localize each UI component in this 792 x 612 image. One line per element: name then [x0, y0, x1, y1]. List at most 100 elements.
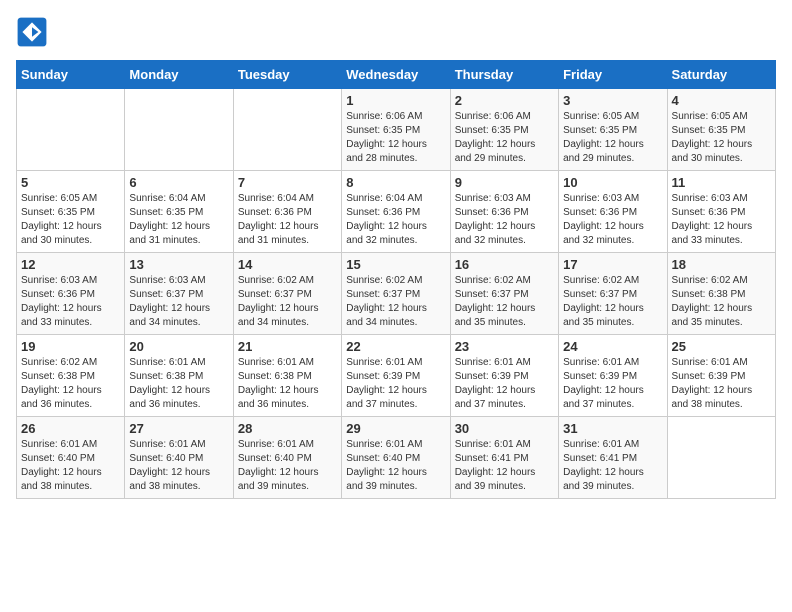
day-info: Sunrise: 6:01 AM Sunset: 6:40 PM Dayligh…	[346, 438, 445, 494]
header-sunday: Sunday	[17, 61, 125, 89]
calendar-table: SundayMondayTuesdayWednesdayThursdayFrid…	[16, 60, 776, 499]
day-number: 25	[672, 339, 771, 354]
day-info: Sunrise: 6:03 AM Sunset: 6:36 PM Dayligh…	[672, 192, 771, 248]
calendar-cell: 29 Sunrise: 6:01 AM Sunset: 6:40 PM Dayli…	[342, 417, 450, 499]
logo	[16, 16, 52, 48]
day-number: 14	[238, 257, 337, 272]
logo-icon	[16, 16, 48, 48]
day-number: 26	[21, 421, 120, 436]
calendar-cell: 4 Sunrise: 6:05 AM Sunset: 6:35 PM Daylig…	[667, 89, 775, 171]
header-wednesday: Wednesday	[342, 61, 450, 89]
day-number: 17	[563, 257, 662, 272]
day-info: Sunrise: 6:02 AM Sunset: 6:37 PM Dayligh…	[238, 274, 337, 330]
day-info: Sunrise: 6:01 AM Sunset: 6:40 PM Dayligh…	[21, 438, 120, 494]
day-number: 10	[563, 175, 662, 190]
calendar-cell: 15 Sunrise: 6:02 AM Sunset: 6:37 PM Dayli…	[342, 253, 450, 335]
day-info: Sunrise: 6:06 AM Sunset: 6:35 PM Dayligh…	[346, 110, 445, 166]
calendar-week-3: 12 Sunrise: 6:03 AM Sunset: 6:36 PM Dayli…	[17, 253, 776, 335]
day-number: 13	[129, 257, 228, 272]
day-info: Sunrise: 6:03 AM Sunset: 6:37 PM Dayligh…	[129, 274, 228, 330]
day-number: 3	[563, 93, 662, 108]
day-number: 20	[129, 339, 228, 354]
day-number: 16	[455, 257, 554, 272]
calendar-cell: 16 Sunrise: 6:02 AM Sunset: 6:37 PM Dayli…	[450, 253, 558, 335]
calendar-cell: 7 Sunrise: 6:04 AM Sunset: 6:36 PM Daylig…	[233, 171, 341, 253]
day-number: 15	[346, 257, 445, 272]
day-number: 24	[563, 339, 662, 354]
calendar-cell: 20 Sunrise: 6:01 AM Sunset: 6:38 PM Dayli…	[125, 335, 233, 417]
calendar-cell: 8Sunrise: 6:04 AM Sunset: 6:36 PM Daylig…	[342, 171, 450, 253]
day-number: 1	[346, 93, 445, 108]
day-info: Sunrise: 6:02 AM Sunset: 6:37 PM Dayligh…	[563, 274, 662, 330]
day-info: Sunrise: 6:05 AM Sunset: 6:35 PM Dayligh…	[672, 110, 771, 166]
day-info: Sunrise: 6:01 AM Sunset: 6:41 PM Dayligh…	[563, 438, 662, 494]
day-number: 29	[346, 421, 445, 436]
day-number: 9	[455, 175, 554, 190]
day-info: Sunrise: 6:02 AM Sunset: 6:37 PM Dayligh…	[455, 274, 554, 330]
calendar-cell: 1 Sunrise: 6:06 AM Sunset: 6:35 PM Daylig…	[342, 89, 450, 171]
calendar-cell	[233, 89, 341, 171]
day-info: Sunrise: 6:01 AM Sunset: 6:39 PM Dayligh…	[346, 356, 445, 412]
day-info: Sunrise: 6:04 AM Sunset: 6:35 PM Dayligh…	[129, 192, 228, 248]
day-number: 30	[455, 421, 554, 436]
day-number: 5	[21, 175, 120, 190]
calendar-cell: 14 Sunrise: 6:02 AM Sunset: 6:37 PM Dayli…	[233, 253, 341, 335]
day-number: 28	[238, 421, 337, 436]
day-info: Sunrise: 6:01 AM Sunset: 6:39 PM Dayligh…	[563, 356, 662, 412]
day-info: Sunrise: 6:01 AM Sunset: 6:38 PM Dayligh…	[129, 356, 228, 412]
day-number: 31	[563, 421, 662, 436]
calendar-cell	[667, 417, 775, 499]
calendar-cell: 2Sunrise: 6:06 AM Sunset: 6:35 PM Daylig…	[450, 89, 558, 171]
calendar-cell: 10 Sunrise: 6:03 AM Sunset: 6:36 PM Dayli…	[559, 171, 667, 253]
calendar-cell: 5 Sunrise: 6:05 AM Sunset: 6:35 PM Daylig…	[17, 171, 125, 253]
calendar-cell: 24 Sunrise: 6:01 AM Sunset: 6:39 PM Dayli…	[559, 335, 667, 417]
calendar-cell: 12 Sunrise: 6:03 AM Sunset: 6:36 PM Dayli…	[17, 253, 125, 335]
day-number: 2	[455, 93, 554, 108]
day-info: Sunrise: 6:02 AM Sunset: 6:38 PM Dayligh…	[21, 356, 120, 412]
calendar-cell: 11 Sunrise: 6:03 AM Sunset: 6:36 PM Dayli…	[667, 171, 775, 253]
calendar-cell: 23Sunrise: 6:01 AM Sunset: 6:39 PM Dayli…	[450, 335, 558, 417]
day-info: Sunrise: 6:01 AM Sunset: 6:40 PM Dayligh…	[238, 438, 337, 494]
calendar-week-4: 19 Sunrise: 6:02 AM Sunset: 6:38 PM Dayli…	[17, 335, 776, 417]
page-header	[16, 16, 776, 48]
day-info: Sunrise: 6:02 AM Sunset: 6:38 PM Dayligh…	[672, 274, 771, 330]
day-number: 12	[21, 257, 120, 272]
header-saturday: Saturday	[667, 61, 775, 89]
day-info: Sunrise: 6:02 AM Sunset: 6:37 PM Dayligh…	[346, 274, 445, 330]
day-number: 27	[129, 421, 228, 436]
calendar-cell: 17 Sunrise: 6:02 AM Sunset: 6:37 PM Dayli…	[559, 253, 667, 335]
calendar-week-5: 26 Sunrise: 6:01 AM Sunset: 6:40 PM Dayli…	[17, 417, 776, 499]
calendar-cell	[17, 89, 125, 171]
day-info: Sunrise: 6:05 AM Sunset: 6:35 PM Dayligh…	[21, 192, 120, 248]
calendar-cell: 22 Sunrise: 6:01 AM Sunset: 6:39 PM Dayli…	[342, 335, 450, 417]
day-number: 4	[672, 93, 771, 108]
day-number: 21	[238, 339, 337, 354]
day-number: 6	[129, 175, 228, 190]
day-number: 22	[346, 339, 445, 354]
day-info: Sunrise: 6:04 AM Sunset: 6:36 PM Dayligh…	[238, 192, 337, 248]
header-tuesday: Tuesday	[233, 61, 341, 89]
day-info: Sunrise: 6:03 AM Sunset: 6:36 PM Dayligh…	[563, 192, 662, 248]
day-number: 11	[672, 175, 771, 190]
calendar-cell: 21 Sunrise: 6:01 AM Sunset: 6:38 PM Dayli…	[233, 335, 341, 417]
day-number: 8	[346, 175, 445, 190]
calendar-header-row: SundayMondayTuesdayWednesdayThursdayFrid…	[17, 61, 776, 89]
day-number: 18	[672, 257, 771, 272]
day-info: Sunrise: 6:01 AM Sunset: 6:39 PM Dayligh…	[672, 356, 771, 412]
header-thursday: Thursday	[450, 61, 558, 89]
day-number: 23	[455, 339, 554, 354]
header-friday: Friday	[559, 61, 667, 89]
calendar-cell	[125, 89, 233, 171]
day-number: 7	[238, 175, 337, 190]
calendar-cell: 19 Sunrise: 6:02 AM Sunset: 6:38 PM Dayli…	[17, 335, 125, 417]
header-monday: Monday	[125, 61, 233, 89]
day-info: Sunrise: 6:03 AM Sunset: 6:36 PM Dayligh…	[21, 274, 120, 330]
calendar-cell: 18 Sunrise: 6:02 AM Sunset: 6:38 PM Dayli…	[667, 253, 775, 335]
day-number: 19	[21, 339, 120, 354]
day-info: Sunrise: 6:01 AM Sunset: 6:38 PM Dayligh…	[238, 356, 337, 412]
calendar-cell: 6 Sunrise: 6:04 AM Sunset: 6:35 PM Daylig…	[125, 171, 233, 253]
calendar-cell: 3Sunrise: 6:05 AM Sunset: 6:35 PM Daylig…	[559, 89, 667, 171]
calendar-week-1: 1 Sunrise: 6:06 AM Sunset: 6:35 PM Daylig…	[17, 89, 776, 171]
calendar-cell: 13 Sunrise: 6:03 AM Sunset: 6:37 PM Dayli…	[125, 253, 233, 335]
calendar-cell: 31 Sunrise: 6:01 AM Sunset: 6:41 PM Dayli…	[559, 417, 667, 499]
